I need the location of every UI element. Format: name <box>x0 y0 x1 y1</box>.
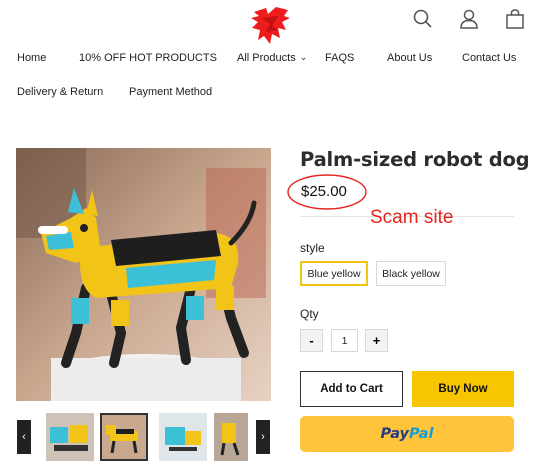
product-title: Palm-sized robot dog <box>300 148 530 171</box>
store-logo[interactable] <box>248 4 294 46</box>
nav-delivery-return[interactable]: Delivery & Return <box>17 86 103 98</box>
gallery-prev-button[interactable]: ‹ <box>17 420 31 454</box>
buy-now-button[interactable]: Buy Now <box>412 371 514 407</box>
qty-decrement-button[interactable]: - <box>300 329 323 352</box>
user-icon <box>460 9 478 29</box>
add-to-cart-button[interactable]: Add to Cart <box>300 371 403 407</box>
nav-payment-method[interactable]: Payment Method <box>129 86 212 98</box>
annotation-text: Scam site <box>370 207 454 228</box>
search-button[interactable] <box>412 8 434 30</box>
nav-all-products[interactable]: All Products ⌄ <box>237 52 307 64</box>
style-label: style <box>300 241 325 255</box>
nav-faqs[interactable]: FAQS <box>325 52 354 64</box>
style-option-black-yellow[interactable]: Black yellow <box>376 261 446 286</box>
nav-hot-products[interactable]: 10% OFF HOT PRODUCTS <box>79 52 217 64</box>
nav-home[interactable]: Home <box>17 52 46 64</box>
account-button[interactable] <box>458 8 480 30</box>
gallery-thumbnail-active[interactable] <box>100 413 148 461</box>
cart-button[interactable] <box>504 8 526 30</box>
shopping-bag-icon <box>506 9 524 29</box>
gallery-thumbnail[interactable] <box>214 413 248 461</box>
product-main-image[interactable] <box>16 148 271 401</box>
qty-label: Qty <box>300 307 319 321</box>
paypal-button[interactable]: Pay Pal <box>300 416 514 452</box>
chevron-down-icon: ⌄ <box>299 52 308 62</box>
annotation-circle <box>287 174 367 210</box>
nav-about-us[interactable]: About Us <box>387 52 432 64</box>
qty-input[interactable] <box>331 329 358 352</box>
paypal-logo-pal: Pal <box>409 426 434 442</box>
nav-all-products-label: All Products <box>237 52 296 64</box>
gallery-thumbnail[interactable] <box>159 413 207 461</box>
qty-increment-button[interactable]: + <box>365 329 388 352</box>
gallery-thumbnail[interactable] <box>46 413 94 461</box>
gallery-next-button[interactable]: › <box>256 420 270 454</box>
nav-contact-us[interactable]: Contact Us <box>462 52 516 64</box>
search-icon <box>413 9 432 28</box>
paypal-logo-pay: Pay <box>380 426 410 442</box>
style-option-blue-yellow[interactable]: Blue yellow <box>300 261 368 286</box>
